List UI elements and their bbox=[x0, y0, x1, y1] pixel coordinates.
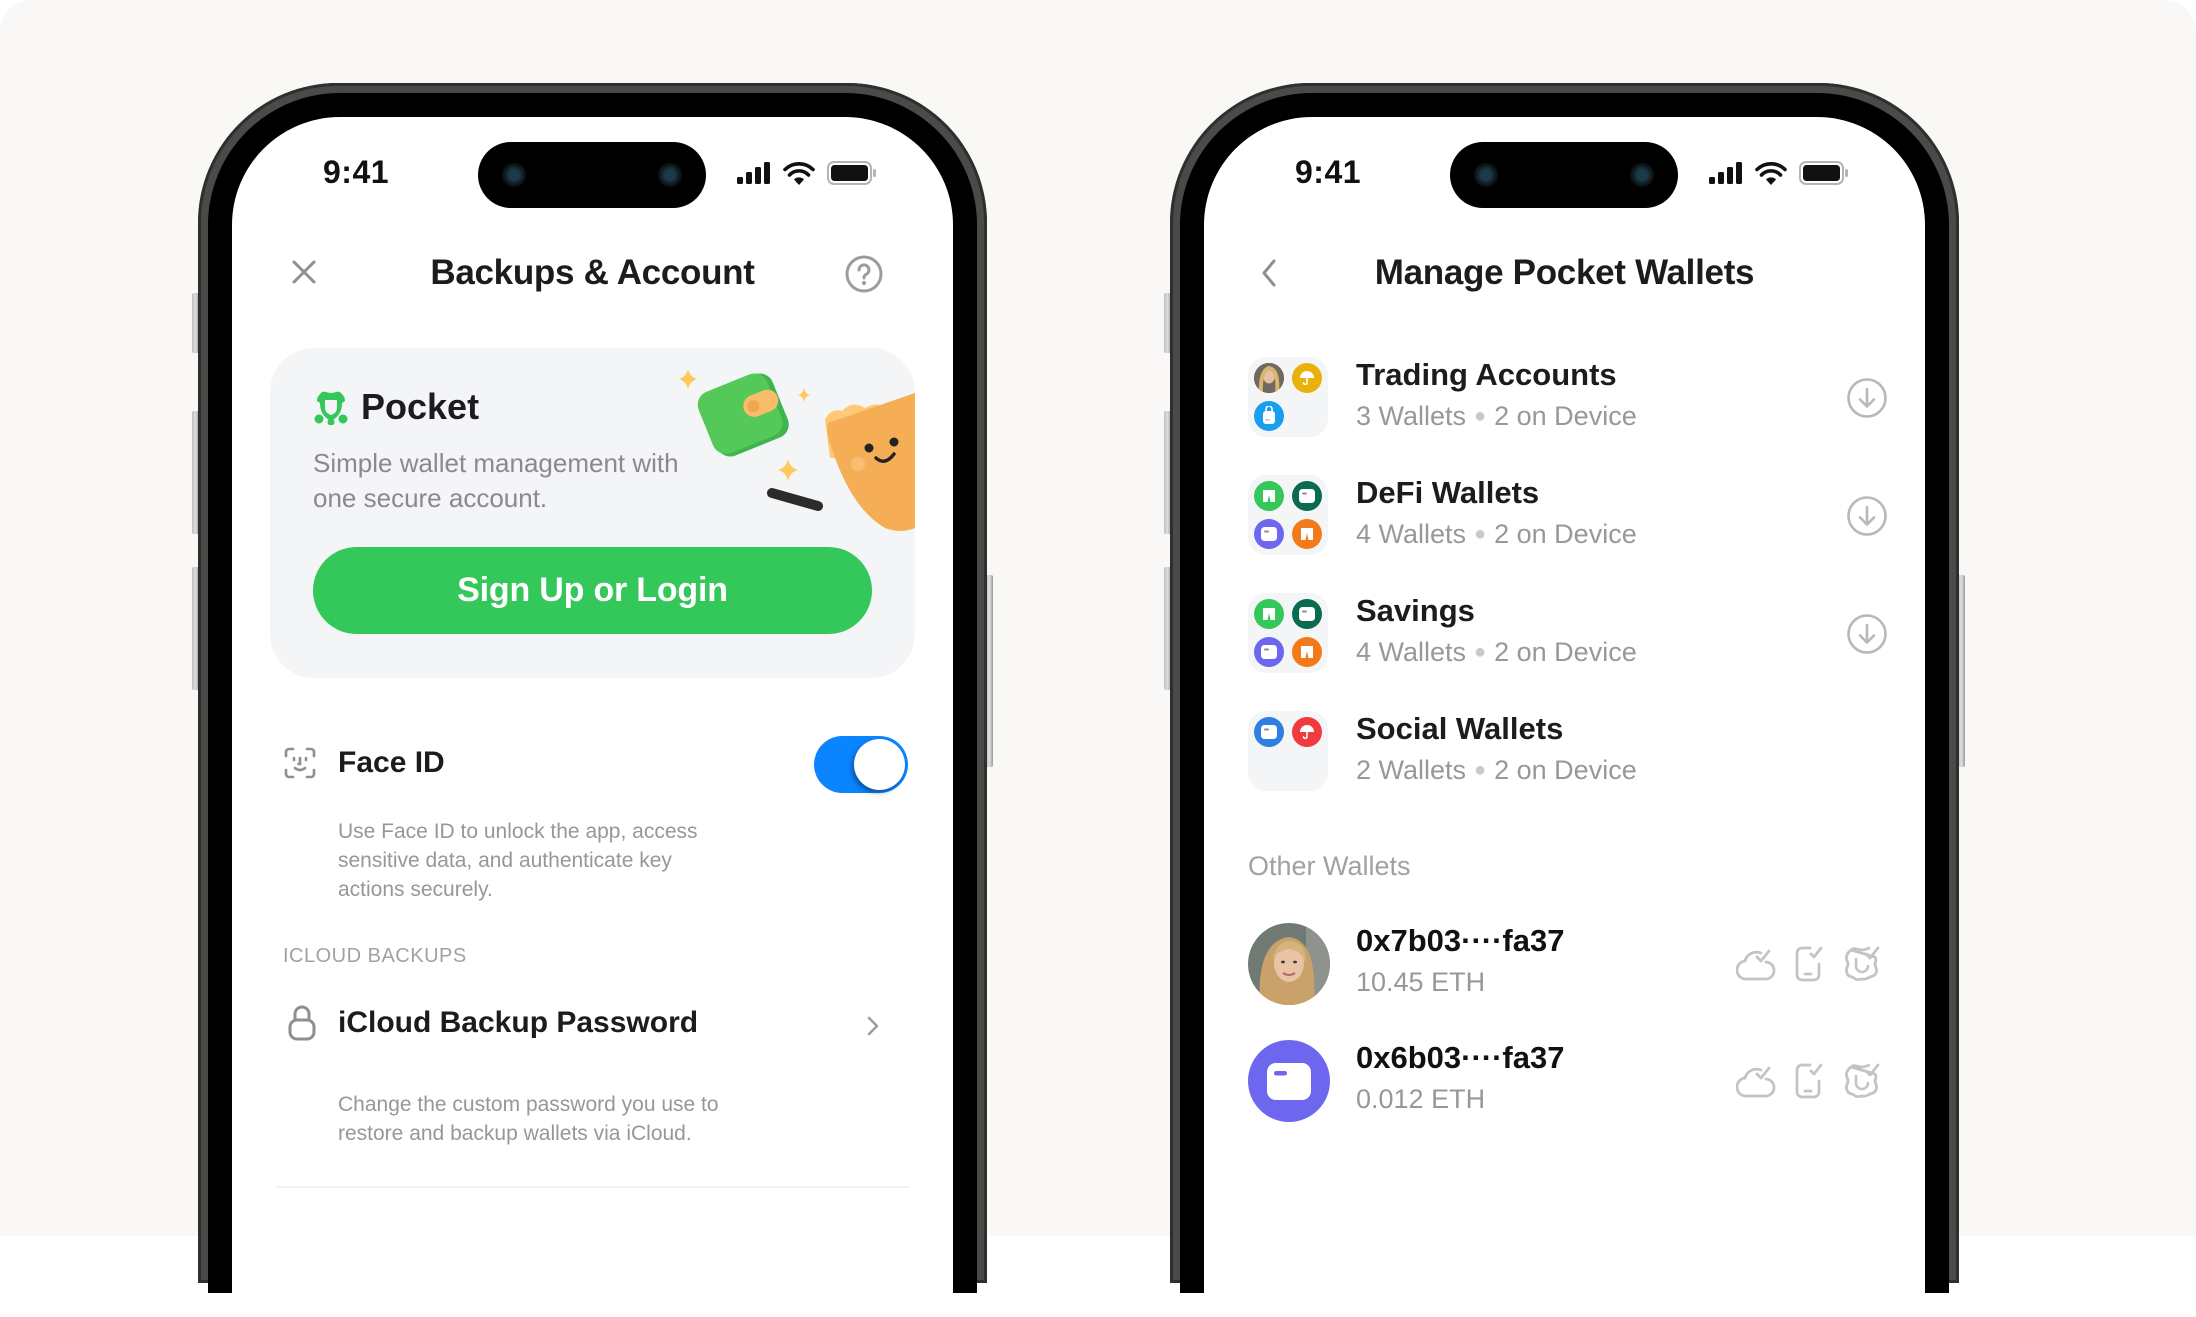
face-id-description: Use Face ID to unlock the app, access se… bbox=[338, 820, 698, 901]
wallet-group-row[interactable]: Trading Accounts 3 Wallets ● 2 on Device bbox=[1248, 357, 1888, 441]
wallet-address: 0x6b03····fa37 bbox=[1356, 1040, 1565, 1075]
wallet-mascot-illustration bbox=[679, 369, 915, 531]
screen-manage-wallets: 9:41 Manage Pocket Wallets Trading Accou… bbox=[1204, 117, 1925, 1317]
wallet-count: 4 Wallets bbox=[1356, 637, 1467, 667]
on-device-count: 2 on Device bbox=[1494, 755, 1637, 785]
download-circle-icon[interactable] bbox=[1846, 613, 1888, 655]
status-time: 9:41 bbox=[1295, 154, 1362, 190]
wallet-group-row[interactable]: DeFi Wallets 4 Wallets ● 2 on Device bbox=[1248, 475, 1888, 559]
wallet-avatar bbox=[1248, 1040, 1330, 1122]
wifi-icon bbox=[783, 161, 815, 185]
group-title: Savings bbox=[1356, 593, 1475, 628]
download-circle-icon[interactable] bbox=[1846, 495, 1888, 537]
wallet-balance: 0.012 ETH bbox=[1356, 1084, 1486, 1114]
device-check-icon bbox=[1795, 1063, 1823, 1099]
status-time: 9:41 bbox=[323, 154, 390, 190]
icloud-backup-password-row[interactable]: iCloud Backup Password Change the custom… bbox=[272, 997, 912, 1145]
icloud-backups-header: ICLOUD BACKUPS bbox=[283, 945, 467, 967]
wallet-group-row[interactable]: Social Wallets 2 Wallets ● 2 on Device bbox=[1248, 711, 1888, 795]
group-icon-tile bbox=[1248, 475, 1328, 555]
shorts-wallet-icon bbox=[1254, 599, 1284, 629]
phone-left: 9:41 Backups & Account Pocket Simple wal… bbox=[192, 83, 993, 1317]
pocket-brand: Pocket bbox=[313, 386, 479, 428]
wallet-address: 0x7b03····fa37 bbox=[1356, 923, 1565, 958]
group-title: Social Wallets bbox=[1356, 711, 1564, 746]
icloud-backup-description: Change the custom password you use to re… bbox=[338, 1093, 719, 1145]
power-button bbox=[1958, 575, 1965, 767]
pocket-logo-icon bbox=[314, 391, 348, 425]
shorts-wallet-icon bbox=[1292, 637, 1322, 667]
on-device-count: 2 on Device bbox=[1494, 637, 1637, 667]
signal-icon bbox=[737, 162, 770, 184]
wallet-avatar bbox=[1248, 923, 1330, 1005]
wallet-balance: 10.45 ETH bbox=[1356, 967, 1486, 997]
wallet-count: 3 Wallets bbox=[1356, 401, 1467, 431]
status-icons bbox=[1709, 161, 1849, 185]
bag-wallet-icon bbox=[1254, 401, 1284, 431]
lock-icon bbox=[288, 1005, 316, 1041]
wifi-icon bbox=[1755, 161, 1787, 185]
battery-icon bbox=[827, 161, 876, 185]
face-id-label: Face ID bbox=[338, 746, 445, 779]
card-wallet-icon bbox=[1254, 717, 1284, 747]
photo-wallet-icon bbox=[1254, 363, 1284, 393]
screen-backups-account: 9:41 Backups & Account Pocket Simple wal… bbox=[232, 117, 953, 1317]
group-title: Trading Accounts bbox=[1356, 357, 1617, 392]
group-icon-tile bbox=[1248, 593, 1328, 673]
card-wallet-icon bbox=[1292, 599, 1322, 629]
group-icon-tile bbox=[1248, 711, 1328, 791]
card-wallet-icon bbox=[1292, 481, 1322, 511]
umbrella-wallet-icon bbox=[1292, 363, 1322, 393]
wallet-row[interactable]: 0x7b03····fa37 10.45 ETH bbox=[1248, 923, 1888, 1007]
group-subtitle: 3 Wallets ● 2 on Device bbox=[1356, 401, 1637, 432]
device-check-icon bbox=[1795, 946, 1823, 982]
separator-dot: ● bbox=[1474, 641, 1487, 663]
shorts-wallet-icon bbox=[1254, 481, 1284, 511]
umbrella-wallet-icon bbox=[1292, 717, 1322, 747]
other-wallets-header: Other Wallets bbox=[1248, 851, 1411, 881]
group-subtitle: 2 Wallets ● 2 on Device bbox=[1356, 755, 1637, 786]
backup-status-icons bbox=[1736, 1062, 1882, 1100]
cloud-check-icon bbox=[1736, 1066, 1776, 1098]
wallet-count: 4 Wallets bbox=[1356, 519, 1467, 549]
separator-dot: ● bbox=[1474, 759, 1487, 781]
download-circle-icon[interactable] bbox=[1846, 377, 1888, 419]
battery-icon bbox=[1799, 161, 1848, 185]
icloud-backup-password-label: iCloud Backup Password bbox=[338, 1006, 699, 1039]
card-wallet-icon bbox=[1254, 637, 1284, 667]
card-wallet-icon bbox=[1254, 519, 1284, 549]
chevron-right-icon bbox=[867, 1016, 879, 1036]
brand-name: Pocket bbox=[361, 386, 480, 427]
promo-tagline: Simple wallet management with one secure… bbox=[313, 448, 679, 513]
power-button bbox=[986, 575, 993, 767]
divider bbox=[276, 1186, 910, 1188]
pocket-promo-card: Pocket Simple wallet management with one… bbox=[270, 348, 915, 678]
wallet-group-row[interactable]: Savings 4 Wallets ● 2 on Device bbox=[1248, 593, 1888, 677]
dynamic-island bbox=[1450, 142, 1678, 208]
group-subtitle: 4 Wallets ● 2 on Device bbox=[1356, 519, 1637, 550]
status-icons bbox=[737, 161, 877, 185]
question-circle-icon[interactable] bbox=[845, 255, 883, 293]
separator-dot: ● bbox=[1474, 523, 1487, 545]
sign-up-or-login-button[interactable]: Sign Up or Login bbox=[313, 547, 872, 634]
face-id-icon bbox=[284, 747, 316, 779]
group-title: DeFi Wallets bbox=[1356, 475, 1540, 510]
page-title: Manage Pocket Wallets bbox=[1374, 253, 1755, 292]
pocket-check-icon bbox=[1844, 1063, 1880, 1099]
wallet-count: 2 Wallets bbox=[1356, 755, 1467, 785]
backup-status-icons bbox=[1736, 945, 1882, 983]
signal-icon bbox=[1709, 162, 1742, 184]
cloud-check-icon bbox=[1736, 949, 1776, 981]
on-device-count: 2 on Device bbox=[1494, 401, 1637, 431]
wallet-row[interactable]: 0x6b03····fa37 0.012 ETH bbox=[1248, 1040, 1888, 1124]
phone-right: 9:41 Manage Pocket Wallets Trading Accou… bbox=[1164, 83, 1965, 1317]
shorts-wallet-icon bbox=[1292, 519, 1322, 549]
separator-dot: ● bbox=[1474, 405, 1487, 427]
face-id-toggle[interactable] bbox=[814, 736, 908, 793]
pocket-check-icon bbox=[1844, 946, 1880, 982]
group-subtitle: 4 Wallets ● 2 on Device bbox=[1356, 637, 1637, 668]
on-device-count: 2 on Device bbox=[1494, 519, 1637, 549]
group-icon-tile bbox=[1248, 357, 1328, 437]
dynamic-island bbox=[478, 142, 706, 208]
